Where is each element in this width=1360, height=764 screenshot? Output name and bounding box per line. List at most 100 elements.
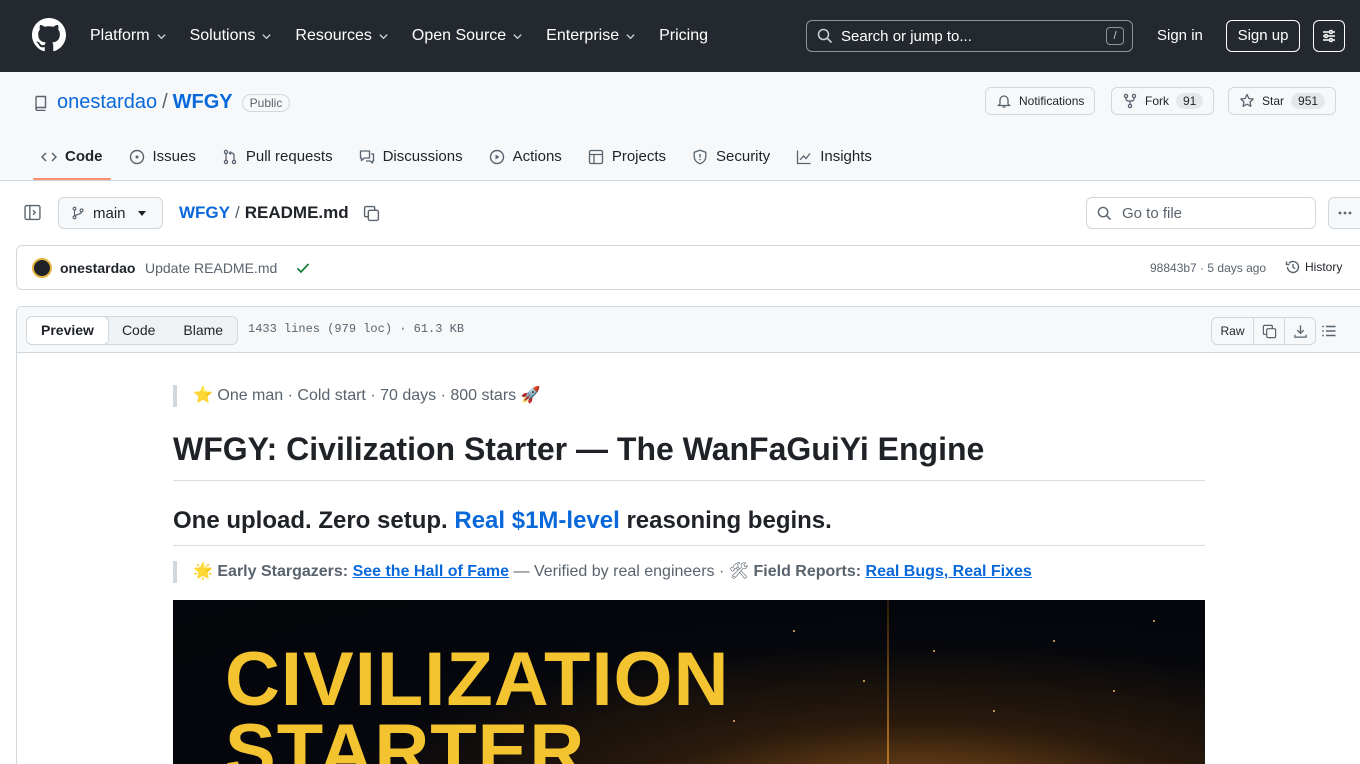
tab-insights[interactable]: Insights bbox=[788, 142, 880, 180]
nav-solutions[interactable]: Solutions bbox=[190, 27, 273, 45]
file-meta: 1433 lines (979 loc) · 61.3 KB bbox=[248, 322, 465, 336]
fork-icon bbox=[1123, 93, 1137, 109]
tools-emoji-icon: 🛠 bbox=[728, 563, 750, 580]
field-reports-label: Field Reports: bbox=[753, 563, 862, 580]
download-button[interactable] bbox=[1284, 318, 1315, 344]
github-logo-icon[interactable] bbox=[32, 18, 66, 52]
nav-label: Enterprise bbox=[546, 27, 620, 44]
go-to-file-input[interactable]: Go to file bbox=[1086, 197, 1316, 229]
list-unordered-icon[interactable] bbox=[1321, 323, 1337, 339]
star-dot bbox=[993, 710, 995, 712]
repo-path-separator: / bbox=[162, 91, 168, 113]
more-options-button[interactable] bbox=[1328, 197, 1360, 229]
search-placeholder: Search or jump to... bbox=[841, 27, 972, 45]
chevron-down-icon bbox=[379, 33, 388, 39]
star-dot bbox=[793, 630, 795, 632]
chevron-down-icon bbox=[262, 33, 272, 39]
copy-icon bbox=[1262, 324, 1276, 338]
sliders-icon bbox=[1323, 29, 1335, 43]
nav-open-source[interactable]: Open Source bbox=[412, 27, 523, 45]
star-dot bbox=[933, 650, 935, 652]
tab-security[interactable]: Security bbox=[684, 142, 778, 180]
star-button[interactable]: Star 951 bbox=[1228, 87, 1337, 115]
search-icon bbox=[1097, 206, 1112, 220]
blame-tab[interactable]: Blame bbox=[169, 317, 237, 344]
raw-button[interactable]: Raw bbox=[1212, 318, 1253, 344]
tab-code[interactable]: Code bbox=[33, 142, 111, 180]
star-dot bbox=[1153, 620, 1155, 622]
check-icon[interactable] bbox=[295, 260, 311, 276]
search-icon bbox=[817, 28, 833, 44]
readme-subtitle: One upload. Zero setup. Real $1M-level r… bbox=[173, 507, 1205, 546]
tab-discussions[interactable]: Discussions bbox=[351, 142, 471, 180]
breadcrumb-separator: / bbox=[235, 203, 240, 222]
search-input[interactable]: Search or jump to... / bbox=[806, 20, 1133, 52]
fork-button[interactable]: Fork 91 bbox=[1111, 87, 1215, 115]
light-beam bbox=[887, 600, 889, 764]
repo-title: onestardao / WFGY Public bbox=[33, 91, 291, 114]
breadcrumb: WFGY / README.md bbox=[179, 203, 380, 223]
shield-icon bbox=[693, 149, 707, 165]
subtitle-link[interactable]: Real $1M-level bbox=[454, 507, 619, 534]
tab-actions[interactable]: Actions bbox=[481, 142, 570, 180]
banner-line-2: STARTER bbox=[225, 709, 586, 764]
issue-opened-icon bbox=[129, 149, 144, 165]
subtitle-prefix: One upload. Zero setup. bbox=[173, 507, 455, 534]
tab-issues[interactable]: Issues bbox=[121, 142, 204, 180]
commit-hash-time[interactable]: 98843b7 · 5 days ago bbox=[1150, 261, 1266, 275]
menu-button[interactable] bbox=[1313, 20, 1345, 52]
nav-label: Open Source bbox=[411, 27, 507, 44]
tab-pull-requests[interactable]: Pull requests bbox=[214, 142, 341, 180]
chevron-down-icon bbox=[626, 33, 635, 39]
go-to-file-placeholder: Go to file bbox=[1122, 204, 1183, 222]
avatar[interactable] bbox=[32, 258, 52, 278]
nav-label: Solutions bbox=[189, 27, 256, 44]
code-view-tab[interactable]: Code bbox=[108, 317, 169, 344]
table-icon bbox=[588, 149, 603, 165]
tab-label: Security bbox=[716, 148, 771, 165]
hall-of-fame-link[interactable]: See the Hall of Fame bbox=[353, 563, 510, 580]
branch-selector[interactable]: main bbox=[58, 197, 163, 229]
readme-title: WFGY: Civilization Starter — The WanFaGu… bbox=[173, 431, 1205, 481]
search-shortcut-key: / bbox=[1106, 27, 1124, 45]
repo-owner-link[interactable]: onestardao bbox=[57, 91, 157, 114]
tab-label: Code bbox=[65, 148, 103, 165]
play-icon bbox=[489, 149, 504, 165]
commit-author[interactable]: onestardao bbox=[60, 260, 135, 276]
kebab-horizontal-icon bbox=[1338, 211, 1352, 215]
sidebar-expand-icon[interactable] bbox=[24, 204, 41, 221]
repo-name-link[interactable]: WFGY bbox=[173, 91, 233, 114]
bugs-fixes-link[interactable]: Real Bugs, Real Fixes bbox=[866, 563, 1032, 580]
notifications-button[interactable]: Notifications bbox=[985, 87, 1096, 115]
tab-label: Actions bbox=[512, 148, 562, 165]
nav-label: Platform bbox=[90, 27, 150, 44]
nav-enterprise[interactable]: Enterprise bbox=[546, 27, 636, 45]
subtitle-suffix: reasoning begins. bbox=[619, 507, 832, 534]
visibility-badge: Public bbox=[241, 93, 291, 112]
star-emoji-icon: 🌟 bbox=[193, 563, 213, 580]
nav-resources[interactable]: Resources bbox=[295, 27, 388, 45]
sign-up-button[interactable]: Sign up bbox=[1226, 20, 1300, 52]
nav-platform[interactable]: Platform bbox=[90, 27, 167, 45]
copy-path-icon[interactable] bbox=[363, 205, 380, 222]
star-dot bbox=[863, 680, 865, 682]
tab-projects[interactable]: Projects bbox=[580, 142, 674, 180]
banner-text: CIVILIZATION STARTER bbox=[225, 642, 730, 764]
verified-text: — Verified by real engineers · bbox=[513, 563, 725, 580]
caret-down-icon bbox=[137, 210, 146, 216]
tab-label: Insights bbox=[820, 148, 872, 165]
git-pull-request-icon bbox=[223, 149, 237, 165]
tab-label: Pull requests bbox=[245, 148, 333, 165]
nav-pricing[interactable]: Pricing bbox=[659, 27, 708, 45]
history-link[interactable]: History bbox=[1285, 259, 1342, 275]
breadcrumb-repo-link[interactable]: WFGY bbox=[179, 203, 230, 223]
sign-in-link[interactable]: Sign in bbox=[1157, 27, 1203, 44]
history-label: History bbox=[1305, 260, 1343, 274]
tab-label: Issues bbox=[152, 148, 196, 165]
breadcrumb-filename: README.md bbox=[244, 203, 349, 222]
commit-message[interactable]: Update README.md bbox=[145, 260, 277, 276]
readme-highlights: 🌟 Early Stargazers: See the Hall of Fame… bbox=[173, 561, 1032, 583]
fork-label: Fork bbox=[1145, 94, 1169, 108]
preview-tab[interactable]: Preview bbox=[26, 316, 109, 345]
copy-raw-button[interactable] bbox=[1253, 318, 1284, 344]
